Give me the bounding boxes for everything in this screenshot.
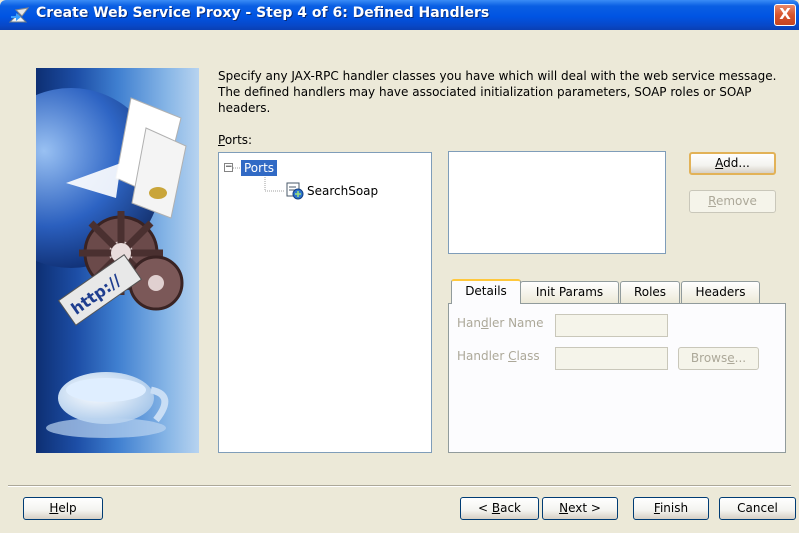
- tab-roles[interactable]: Roles: [620, 281, 680, 303]
- cancel-button[interactable]: Cancel: [719, 497, 796, 520]
- wizard-banner-image: http://: [36, 68, 199, 453]
- close-icon: X: [779, 5, 791, 23]
- title-bar[interactable]: Create Web Service Proxy - Step 4 of 6: …: [0, 0, 799, 30]
- tab-init-params[interactable]: Init Params: [520, 281, 619, 303]
- window-title: Create Web Service Proxy - Step 4 of 6: …: [36, 5, 490, 21]
- tab-headers[interactable]: Headers: [681, 281, 760, 303]
- tree-node-ports[interactable]: Ports: [241, 160, 278, 176]
- soap-port-icon: [286, 182, 304, 200]
- handler-class-field[interactable]: [555, 347, 668, 370]
- finish-button[interactable]: Finish: [633, 497, 709, 520]
- add-handler-button[interactable]: Add...: [689, 152, 776, 175]
- step-description: Specify any JAX-RPC handler classes you …: [218, 69, 777, 115]
- handler-name-label: Handler Name: [457, 316, 544, 330]
- dialog-window: Create Web Service Proxy - Step 4 of 6: …: [0, 0, 799, 533]
- close-button[interactable]: X: [774, 4, 796, 26]
- browse-button[interactable]: Browse...: [678, 347, 759, 370]
- handler-class-label: Handler Class: [457, 349, 540, 363]
- handler-name-field[interactable]: [555, 314, 668, 337]
- details-panel: Handler Name Handler Class Browse...: [448, 303, 786, 453]
- wizard-icon: [8, 7, 30, 23]
- handlers-list[interactable]: [448, 151, 666, 254]
- footer-separator: [8, 485, 791, 487]
- collapse-toggle-icon[interactable]: −: [224, 163, 233, 172]
- back-button[interactable]: < Back: [460, 497, 539, 520]
- tab-details[interactable]: Details: [451, 279, 521, 304]
- ports-tree[interactable]: − Ports SearchSoap: [218, 152, 432, 453]
- next-button[interactable]: Next >: [542, 497, 618, 520]
- remove-handler-button[interactable]: Remove: [689, 190, 776, 213]
- ports-label: Ports:: [218, 133, 253, 147]
- tree-node-searchsoap[interactable]: SearchSoap: [307, 183, 378, 199]
- help-button[interactable]: Help: [23, 497, 103, 520]
- web-service-illustration: http://: [36, 88, 187, 438]
